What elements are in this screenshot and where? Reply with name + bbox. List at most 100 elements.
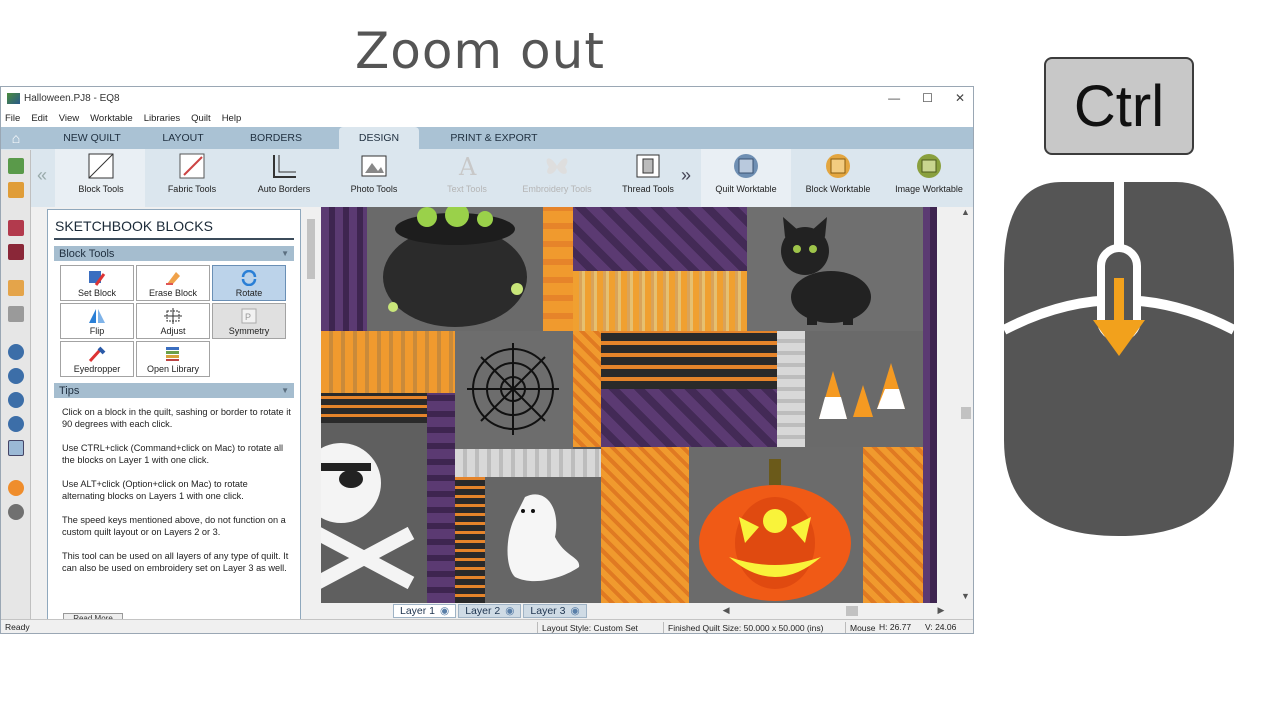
flip-button[interactable]: Flip: [60, 303, 134, 339]
sketchbook-blocks-icon[interactable]: [8, 440, 24, 456]
zoom-previous-icon[interactable]: [8, 392, 24, 408]
quilt-worktable-canvas[interactable]: [321, 207, 937, 603]
open-project-icon[interactable]: [8, 182, 24, 198]
menu-quilt[interactable]: Quilt: [191, 113, 211, 124]
embroidery-tools-button[interactable]: Embroidery Tools: [519, 153, 595, 194]
set-block-button[interactable]: Set Block: [60, 265, 134, 301]
quilt-block-spiderweb[interactable]: [455, 331, 573, 449]
block-tools-grid: Set Block Erase Block Rotate Flip Adjust: [60, 265, 294, 377]
ribbon-scroll-right-icon[interactable]: »: [681, 165, 691, 186]
candy-corn-icon: [819, 363, 905, 419]
open-library-button[interactable]: Open Library: [136, 341, 210, 377]
quilt-block-cauldron[interactable]: [367, 207, 543, 331]
help-icon[interactable]: [8, 480, 24, 496]
tab-design[interactable]: DESIGN: [339, 127, 419, 149]
layer-1-tab[interactable]: Layer 1 ◉: [393, 603, 457, 618]
block-tools-section-header[interactable]: Block Tools ▼: [54, 246, 294, 261]
eyedropper-button[interactable]: Eyedropper: [60, 341, 134, 377]
quilt-block[interactable]: [543, 207, 573, 331]
quilt-block[interactable]: [601, 331, 777, 389]
quilt-block[interactable]: [923, 207, 937, 603]
quilt-block-skull[interactable]: [321, 423, 427, 603]
quilt-block[interactable]: [455, 477, 485, 603]
fabric-tools-icon: [179, 153, 205, 179]
quilt-block[interactable]: [601, 389, 777, 447]
menu-libraries[interactable]: Libraries: [144, 113, 180, 124]
zoom-out-icon[interactable]: [8, 368, 24, 384]
quilt-block[interactable]: [427, 393, 455, 603]
menu-help[interactable]: Help: [222, 113, 242, 124]
block-worktable-button[interactable]: Block Worktable: [801, 153, 875, 194]
menu-edit[interactable]: Edit: [31, 113, 47, 124]
eye-icon[interactable]: ◉: [570, 605, 579, 617]
tab-borders[interactable]: BORDERS: [213, 127, 339, 149]
quilt-block[interactable]: [573, 331, 601, 447]
quilt-block[interactable]: [455, 449, 601, 477]
quilt-block-candy-corn[interactable]: [805, 331, 923, 447]
horizontal-scroll-thumb[interactable]: [845, 605, 858, 616]
zoom-fit-icon[interactable]: [8, 416, 24, 432]
quilt-worktable-button[interactable]: Quilt Worktable: [711, 153, 781, 194]
layer-2-tab[interactable]: Layer 2 ◉: [458, 603, 522, 618]
rotate-button[interactable]: Rotate: [212, 265, 286, 301]
erase-block-button[interactable]: Erase Block: [136, 265, 210, 301]
maximize-icon[interactable]: ☐: [922, 91, 933, 105]
minimize-icon[interactable]: —: [888, 91, 900, 105]
menu-worktable[interactable]: Worktable: [90, 113, 133, 124]
scroll-up-icon[interactable]: ▲: [961, 207, 970, 217]
home-icon[interactable]: ⌂: [1, 127, 31, 149]
panel-scroll-thumb[interactable]: [307, 219, 315, 279]
tab-print-export[interactable]: PRINT & EXPORT: [419, 127, 569, 149]
screen: Zoom out Ctrl Halloween.PJ8 - EQ8 — ☐ ✕ …: [0, 0, 1280, 720]
add-to-sketchbook-icon[interactable]: [8, 220, 24, 236]
scroll-down-icon[interactable]: ▼: [961, 591, 970, 601]
quilt-block[interactable]: [573, 207, 747, 271]
quilt-block[interactable]: [601, 447, 689, 603]
undo-icon[interactable]: [8, 306, 24, 322]
menu-file[interactable]: File: [5, 113, 20, 124]
photo-tools-button[interactable]: Photo Tools: [347, 153, 401, 194]
quilt-block[interactable]: [321, 393, 427, 423]
symmetry-button[interactable]: P Symmetry: [212, 303, 286, 339]
tab-layout[interactable]: LAYOUT: [153, 127, 213, 149]
flip-icon: [89, 309, 105, 323]
quilt-block[interactable]: [863, 447, 923, 603]
quilt-block[interactable]: [321, 207, 367, 331]
ribbon-scroll-left-icon[interactable]: «: [37, 165, 47, 186]
image-worktable-button[interactable]: Image Worktable: [891, 153, 967, 194]
tab-new-quilt[interactable]: NEW QUILT: [31, 127, 153, 149]
quilt-vertical-scrollbar[interactable]: ▲ ▼: [959, 207, 973, 603]
close-icon[interactable]: ✕: [955, 91, 965, 105]
quilt-block-cat[interactable]: [747, 207, 923, 331]
quilt-block-ghost[interactable]: [485, 477, 601, 603]
zoom-in-icon[interactable]: [8, 344, 24, 360]
tips-section-header[interactable]: Tips ▼: [54, 383, 294, 398]
tip-paragraph: Use ALT+click (Option+click on Mac) to r…: [62, 479, 248, 501]
skull-crossbones-icon: [321, 443, 415, 590]
quilt-block[interactable]: [777, 331, 805, 447]
menu-view[interactable]: View: [59, 113, 79, 124]
ruler-icon[interactable]: [8, 280, 24, 296]
panel-scrollbar[interactable]: [303, 209, 319, 621]
new-project-icon[interactable]: [8, 158, 24, 174]
quilt-block-pumpkin[interactable]: [689, 447, 863, 603]
eye-icon[interactable]: ◉: [505, 605, 514, 617]
auto-borders-button[interactable]: Auto Borders: [255, 153, 313, 194]
quilt-block[interactable]: [573, 271, 747, 331]
view-sketchbook-icon[interactable]: [8, 244, 24, 260]
eye-icon[interactable]: ◉: [440, 605, 449, 617]
block-tools-button[interactable]: Block Tools: [75, 153, 127, 194]
fabric-tools-button[interactable]: Fabric Tools: [165, 153, 219, 194]
thread-tools-button[interactable]: Thread Tools: [619, 153, 677, 194]
adjust-button[interactable]: Adjust: [136, 303, 210, 339]
layer-3-tab[interactable]: Layer 3 ◉: [523, 603, 587, 618]
scroll-right-icon[interactable]: ▶: [938, 605, 945, 616]
gear-icon[interactable]: [8, 504, 24, 520]
status-finished-size: Finished Quilt Size: 50.000 x 50.000 (in…: [663, 622, 823, 633]
text-tools-button[interactable]: A Text Tools: [441, 153, 493, 194]
quilt-block[interactable]: [321, 331, 455, 393]
scroll-left-icon[interactable]: ◀: [723, 605, 730, 616]
spider-web-icon: [467, 343, 559, 435]
vertical-scroll-thumb[interactable]: [961, 407, 971, 419]
title-bar: Halloween.PJ8 - EQ8 — ☐ ✕: [1, 87, 973, 110]
